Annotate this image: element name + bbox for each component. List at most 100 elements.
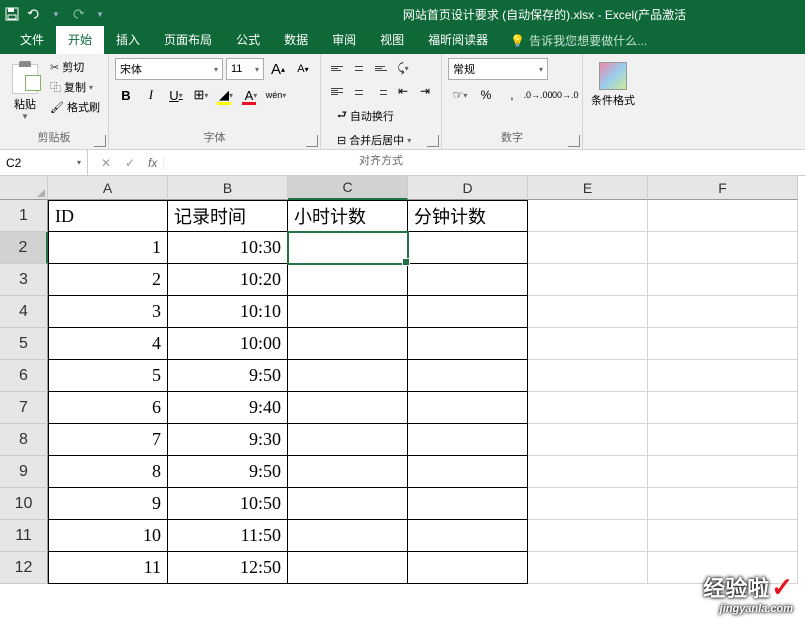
tab-formula[interactable]: 公式 bbox=[224, 26, 272, 54]
cell-B12[interactable]: 12:50 bbox=[168, 552, 288, 584]
number-format-select[interactable]: 常规▾ bbox=[448, 58, 548, 80]
cell-E7[interactable] bbox=[528, 392, 648, 424]
cell-D2[interactable] bbox=[408, 232, 528, 264]
cell-C7[interactable] bbox=[288, 392, 408, 424]
cancel-formula-button[interactable]: ✕ bbox=[98, 156, 114, 170]
cell-D3[interactable] bbox=[408, 264, 528, 296]
cell-F4[interactable] bbox=[648, 296, 798, 328]
cell-A3[interactable]: 2 bbox=[48, 264, 168, 296]
dialog-launcher-icon[interactable] bbox=[94, 135, 106, 147]
cell-B2[interactable]: 10:30 bbox=[168, 232, 288, 264]
row-header-8[interactable]: 8 bbox=[0, 424, 48, 456]
format-painter-button[interactable]: 🖌格式刷 bbox=[48, 98, 102, 116]
cell-D8[interactable] bbox=[408, 424, 528, 456]
cell-D9[interactable] bbox=[408, 456, 528, 488]
cell-B11[interactable]: 11:50 bbox=[168, 520, 288, 552]
tab-view[interactable]: 视图 bbox=[368, 26, 416, 54]
bold-button[interactable]: B bbox=[115, 84, 137, 106]
cell-A12[interactable]: 11 bbox=[48, 552, 168, 584]
cell-B5[interactable]: 10:00 bbox=[168, 328, 288, 360]
cell-C8[interactable] bbox=[288, 424, 408, 456]
cell-D11[interactable] bbox=[408, 520, 528, 552]
cell-C11[interactable] bbox=[288, 520, 408, 552]
cell-F3[interactable] bbox=[648, 264, 798, 296]
tab-layout[interactable]: 页面布局 bbox=[152, 26, 224, 54]
cell-A8[interactable]: 7 bbox=[48, 424, 168, 456]
cell-C10[interactable] bbox=[288, 488, 408, 520]
cell-C5[interactable] bbox=[288, 328, 408, 360]
cell-B10[interactable]: 10:50 bbox=[168, 488, 288, 520]
cell-C3[interactable] bbox=[288, 264, 408, 296]
col-header-C[interactable]: C bbox=[288, 176, 408, 200]
italic-button[interactable]: I bbox=[140, 84, 162, 106]
decrease-indent-button[interactable]: ⇤ bbox=[393, 81, 413, 101]
conditional-format-button[interactable]: 条件格式 bbox=[589, 58, 637, 108]
cell-E9[interactable] bbox=[528, 456, 648, 488]
cell-A4[interactable]: 3 bbox=[48, 296, 168, 328]
cell-C9[interactable] bbox=[288, 456, 408, 488]
wrap-text-button[interactable]: ⮐自动换行 bbox=[333, 104, 435, 127]
cell-D12[interactable] bbox=[408, 552, 528, 584]
cell-A2[interactable]: 1 bbox=[48, 232, 168, 264]
cell-F8[interactable] bbox=[648, 424, 798, 456]
copy-button[interactable]: ⿻复制▾ bbox=[48, 78, 102, 96]
cell-C4[interactable] bbox=[288, 296, 408, 328]
cell-E1[interactable] bbox=[528, 200, 648, 232]
confirm-formula-button[interactable]: ✓ bbox=[122, 156, 138, 170]
align-left-button[interactable] bbox=[327, 81, 347, 101]
borders-button[interactable]: ⊞▾ bbox=[190, 84, 212, 106]
percent-button[interactable]: % bbox=[474, 84, 498, 106]
save-icon[interactable] bbox=[4, 6, 20, 22]
row-header-1[interactable]: 1 bbox=[0, 200, 48, 232]
cell-A10[interactable]: 9 bbox=[48, 488, 168, 520]
cell-E5[interactable] bbox=[528, 328, 648, 360]
cell-A5[interactable]: 4 bbox=[48, 328, 168, 360]
cell-D6[interactable] bbox=[408, 360, 528, 392]
increase-indent-button[interactable]: ⇥ bbox=[415, 81, 435, 101]
cell-C6[interactable] bbox=[288, 360, 408, 392]
col-header-D[interactable]: D bbox=[408, 176, 528, 200]
cell-F11[interactable] bbox=[648, 520, 798, 552]
accounting-format-button[interactable]: ☞▾ bbox=[448, 84, 472, 106]
cell-C12[interactable] bbox=[288, 552, 408, 584]
cell-A7[interactable]: 6 bbox=[48, 392, 168, 424]
comma-button[interactable]: , bbox=[500, 84, 524, 106]
row-header-12[interactable]: 12 bbox=[0, 552, 48, 584]
cell-F7[interactable] bbox=[648, 392, 798, 424]
cell-F9[interactable] bbox=[648, 456, 798, 488]
cell-B4[interactable]: 10:10 bbox=[168, 296, 288, 328]
cell-D7[interactable] bbox=[408, 392, 528, 424]
font-size-select[interactable]: 11▾ bbox=[226, 58, 264, 80]
tab-home[interactable]: 开始 bbox=[56, 26, 104, 54]
align-center-button[interactable] bbox=[349, 81, 369, 101]
cell-A11[interactable]: 10 bbox=[48, 520, 168, 552]
select-all-corner[interactable] bbox=[0, 176, 48, 200]
cell-D4[interactable] bbox=[408, 296, 528, 328]
cell-E3[interactable] bbox=[528, 264, 648, 296]
cell-B9[interactable]: 9:50 bbox=[168, 456, 288, 488]
cell-E2[interactable] bbox=[528, 232, 648, 264]
row-header-11[interactable]: 11 bbox=[0, 520, 48, 552]
cell-E8[interactable] bbox=[528, 424, 648, 456]
phonetic-button[interactable]: wén▾ bbox=[265, 84, 287, 106]
cell-E6[interactable] bbox=[528, 360, 648, 392]
tab-data[interactable]: 数据 bbox=[272, 26, 320, 54]
fx-button[interactable]: fx bbox=[148, 156, 164, 170]
cell-D5[interactable] bbox=[408, 328, 528, 360]
cut-button[interactable]: ✂剪切 bbox=[48, 58, 102, 76]
decrease-font-button[interactable]: A▾ bbox=[292, 58, 314, 80]
tab-insert[interactable]: 插入 bbox=[104, 26, 152, 54]
align-right-button[interactable] bbox=[371, 81, 391, 101]
row-header-2[interactable]: 2 bbox=[0, 232, 48, 264]
font-name-select[interactable]: 宋体▾ bbox=[115, 58, 223, 80]
cell-A1[interactable]: ID bbox=[48, 200, 168, 232]
merge-center-button[interactable]: ⊟合并后居中▾ bbox=[333, 130, 435, 150]
cell-F5[interactable] bbox=[648, 328, 798, 360]
col-header-E[interactable]: E bbox=[528, 176, 648, 200]
orientation-button[interactable]: ⤹▾ bbox=[393, 58, 413, 78]
row-header-5[interactable]: 5 bbox=[0, 328, 48, 360]
col-header-B[interactable]: B bbox=[168, 176, 288, 200]
dialog-launcher-icon[interactable] bbox=[427, 135, 439, 147]
cell-B1[interactable]: 记录时间 bbox=[168, 200, 288, 232]
decrease-decimal-button[interactable]: .00→.0 bbox=[552, 84, 576, 106]
